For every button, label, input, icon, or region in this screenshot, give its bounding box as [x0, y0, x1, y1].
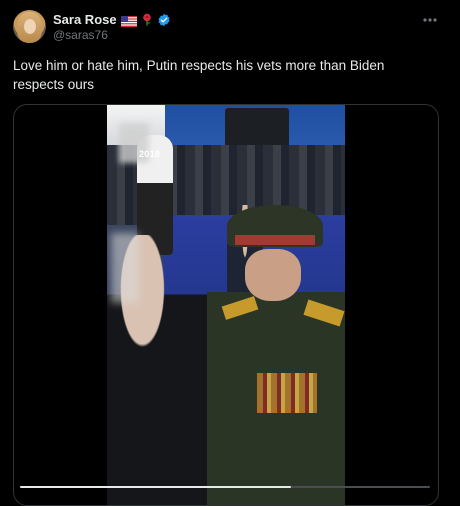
tweet: Sara Rose @saras76 Love him or hate him,… [0, 0, 460, 506]
video-scene-camera [225, 108, 289, 148]
video-scene-blur [111, 233, 139, 303]
video-progress-fill [20, 486, 291, 488]
author-name-row: Sara Rose [53, 11, 171, 28]
tweet-text: Love him or hate him, Putin respects his… [13, 58, 385, 92]
video-progress-bar[interactable] [20, 486, 430, 488]
video-overlay-text: 2018 [139, 149, 161, 159]
author-handle[interactable]: @saras76 [53, 28, 108, 42]
media-card[interactable]: 2018 [13, 104, 439, 506]
rose-icon [141, 13, 153, 26]
video-scene-face [245, 249, 301, 301]
more-options-icon[interactable] [420, 12, 440, 22]
avatar[interactable] [13, 10, 46, 43]
avatar-face [24, 19, 36, 34]
video-player[interactable]: 2018 [107, 105, 345, 505]
author-display-name[interactable]: Sara Rose [53, 12, 117, 27]
verified-icon [157, 13, 171, 27]
video-scene-medals [257, 373, 317, 413]
video-scene-cap-band [235, 235, 315, 245]
us-flag-icon [120, 14, 137, 27]
